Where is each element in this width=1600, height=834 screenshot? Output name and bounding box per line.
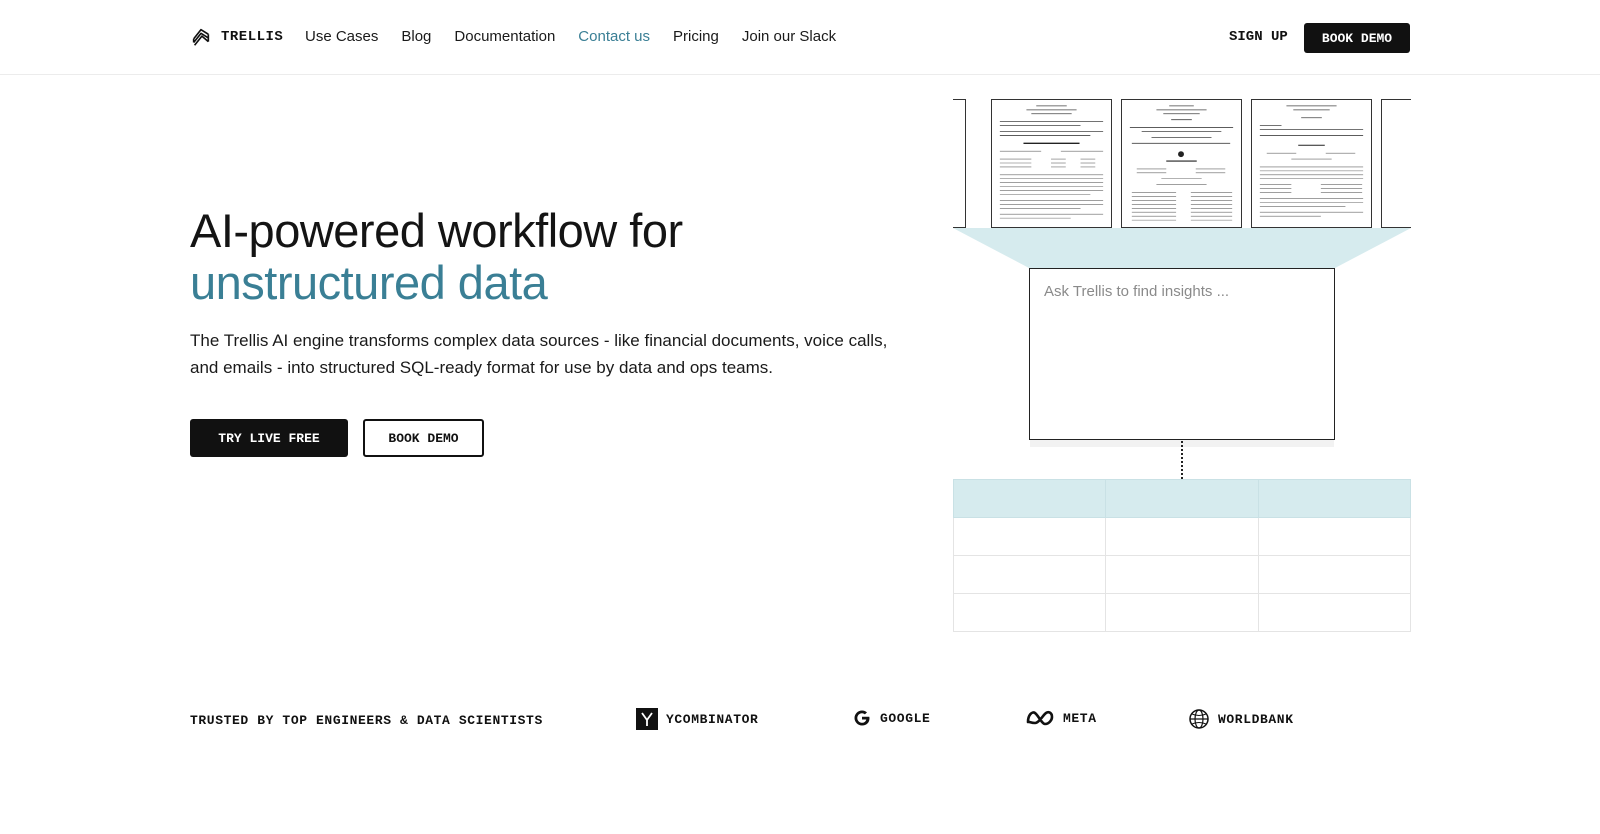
workflow-illustration: Ask Trellis to find insights ... — [952, 99, 1412, 633]
google-icon — [854, 710, 870, 726]
document-strip — [953, 99, 1411, 229]
sign-up-link[interactable]: SIGN UP — [1229, 29, 1288, 45]
funnel-graphic — [953, 228, 1411, 268]
table-header-row — [952, 479, 1412, 518]
document-thumbnail — [991, 99, 1112, 228]
table-row — [952, 593, 1412, 632]
worldbank-icon — [1189, 709, 1209, 729]
table-row — [952, 517, 1412, 556]
brand-name: META — [1063, 710, 1097, 726]
brand-name: YCOMBINATOR — [666, 711, 759, 727]
nav-pricing[interactable]: Pricing — [673, 28, 719, 45]
hero-title-line2: unstructured data — [190, 256, 548, 309]
site-header: TRELLIS Use Cases Blog Documentation Con… — [0, 0, 1600, 75]
hero-title: AI-powered workflow for unstructured dat… — [190, 205, 683, 309]
meta-icon — [1026, 710, 1054, 726]
dotted-connector — [1181, 441, 1183, 479]
nav-documentation[interactable]: Documentation — [454, 28, 555, 45]
brand-name: WORLDBANK — [1218, 711, 1294, 727]
document-lines-graphic — [1259, 105, 1364, 217]
document-thumbnail — [1251, 99, 1372, 228]
nav-use-cases[interactable]: Use Cases — [305, 28, 378, 45]
trusted-by-label: TRUSTED BY TOP ENGINEERS & DATA SCIENTIS… — [190, 713, 543, 728]
brand-meta: META — [1025, 708, 1097, 728]
brand-ycombinator: YCOMBINATOR — [636, 708, 758, 730]
output-table — [952, 479, 1412, 632]
document-lines-graphic — [1129, 105, 1234, 221]
hero-book-demo-button[interactable]: BOOK DEMO — [363, 419, 484, 457]
logo-link[interactable]: TRELLIS — [190, 26, 283, 48]
document-thumbnail — [1121, 99, 1242, 228]
brand-google: GOOGLE — [852, 708, 930, 728]
nav-join-slack[interactable]: Join our Slack — [742, 28, 836, 45]
ask-placeholder: Ask Trellis to find insights ... — [1044, 283, 1230, 300]
hero-title-line1: AI-powered workflow for — [190, 204, 683, 257]
ask-trellis-box[interactable]: Ask Trellis to find insights ... — [1029, 268, 1335, 440]
main-nav: Use Cases Blog Documentation Contact us … — [305, 28, 836, 45]
document-thumbnail — [953, 99, 966, 228]
try-live-free-button[interactable]: TRY LIVE FREE — [190, 419, 348, 457]
brand-worldbank: WORLDBANK — [1188, 708, 1294, 730]
header-book-demo-button[interactable]: BOOK DEMO — [1304, 23, 1410, 53]
hero-description: The Trellis AI engine transforms complex… — [190, 331, 888, 377]
brand-name: GOOGLE — [880, 710, 931, 726]
table-row — [952, 555, 1412, 594]
document-lines-graphic — [999, 105, 1104, 219]
document-thumbnail — [1381, 99, 1411, 228]
logo-text: TRELLIS — [221, 29, 284, 45]
ycombinator-icon — [636, 708, 658, 730]
nav-contact-us[interactable]: Contact us — [578, 28, 650, 45]
trellis-logo-icon — [192, 28, 210, 46]
nav-blog[interactable]: Blog — [401, 28, 431, 45]
